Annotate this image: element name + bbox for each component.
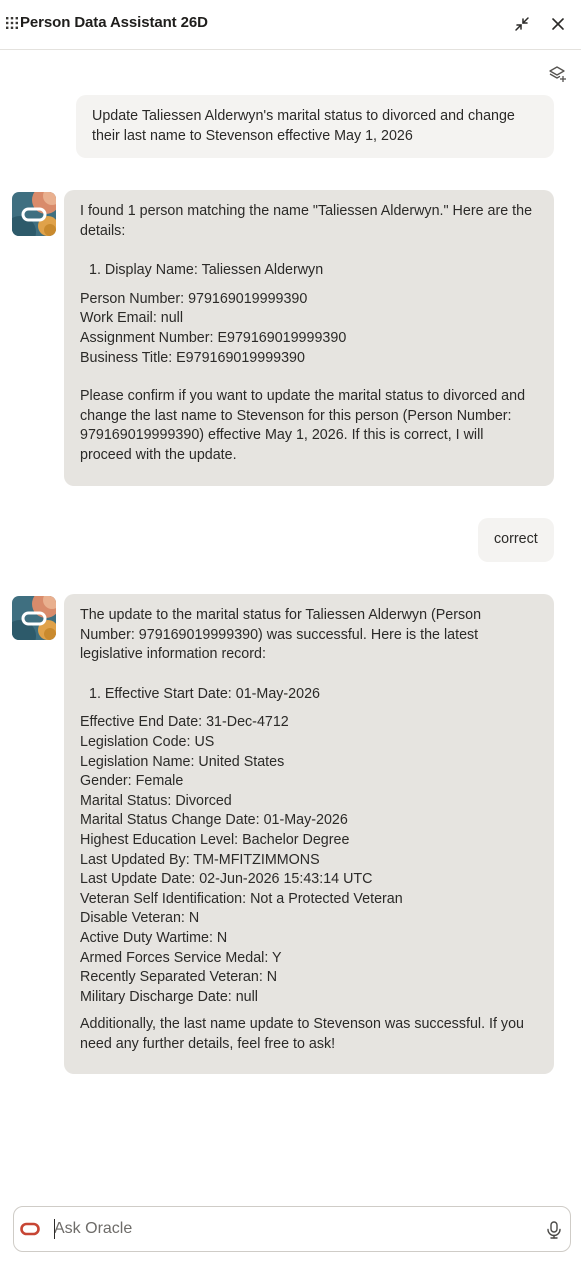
message-paragraph: I found 1 person matching the name "Tali…: [80, 203, 537, 239]
assistant-message: The update to the marital status for Tal…: [64, 594, 554, 1074]
message-paragraph: The update to the marital status for Tal…: [80, 607, 486, 663]
list-item: 1. Display Name: Taliessen Alderwyn: [89, 262, 324, 279]
user-message: Update Taliessen Alderwyn's marital stat…: [76, 95, 554, 158]
detail-line: Active Duty Wartime: N: [80, 929, 228, 946]
user-message: correct: [478, 518, 554, 562]
detail-line: Effective End Date: 31-Dec-4712: [80, 714, 289, 731]
collapse-arrows-icon[interactable]: [512, 14, 532, 34]
assistant-header: Person Data Assistant 26D: [0, 0, 581, 50]
detail-line: Disable Veteran: N: [80, 910, 200, 927]
detail-line: Armed Forces Service Medal: Y: [80, 949, 282, 966]
microphone-icon[interactable]: [545, 1220, 563, 1240]
assistant-message: I found 1 person matching the name "Tali…: [64, 190, 554, 486]
detail-line: Legislation Code: US: [80, 733, 215, 750]
list-item: 1. Effective Start Date: 01-May-2026: [89, 685, 320, 702]
close-icon[interactable]: [548, 14, 568, 34]
oracle-logo-icon: [20, 1222, 40, 1236]
assistant-avatar: [12, 192, 56, 236]
detail-line: Marital Status Change Date: 01-May-2026: [80, 812, 348, 829]
detail-line: Assignment Number: E979169019999390: [80, 329, 347, 346]
text-caret: [54, 1219, 55, 1239]
detail-line: Marital Status: Divorced: [80, 792, 232, 809]
detail-line: Recently Separated Veteran: N: [80, 969, 278, 986]
ask-oracle-input[interactable]: [54, 1217, 524, 1241]
user-message-line: their last name to Stevenson effective M…: [92, 128, 413, 144]
user-message-line: Update Taliessen Alderwyn's marital stat…: [92, 108, 515, 124]
detail-line: Business Title: E979169019999390: [80, 349, 305, 366]
detail-line: Legislation Name: United States: [80, 753, 285, 770]
detail-line: Last Update Date: 02-Jun-2026 15:43:14 U…: [80, 871, 373, 888]
detail-line: Person Number: 979169019999390: [80, 290, 308, 307]
user-message-line: correct: [494, 531, 538, 547]
detail-line: Gender: Female: [80, 773, 184, 790]
detail-line: Military Discharge Date: null: [80, 988, 258, 1005]
assistant-avatar: [12, 596, 56, 640]
detail-line: Highest Education Level: Bachelor Degree: [80, 831, 350, 848]
layers-add-icon[interactable]: [548, 64, 568, 84]
detail-line: Last Updated By: TM-MFITZIMMONS: [80, 851, 320, 868]
ask-oracle-composer: [13, 1206, 571, 1252]
message-paragraph: Please confirm if you want to update the…: [80, 388, 530, 463]
message-paragraph: Additionally, the last name update to St…: [80, 1016, 528, 1052]
detail-line: Veteran Self Identification: Not a Prote…: [80, 890, 403, 907]
detail-line: Work Email: null: [80, 310, 184, 327]
panel-title: Person Data Assistant 26D: [20, 14, 208, 31]
drag-grip-icon[interactable]: [6, 17, 18, 29]
